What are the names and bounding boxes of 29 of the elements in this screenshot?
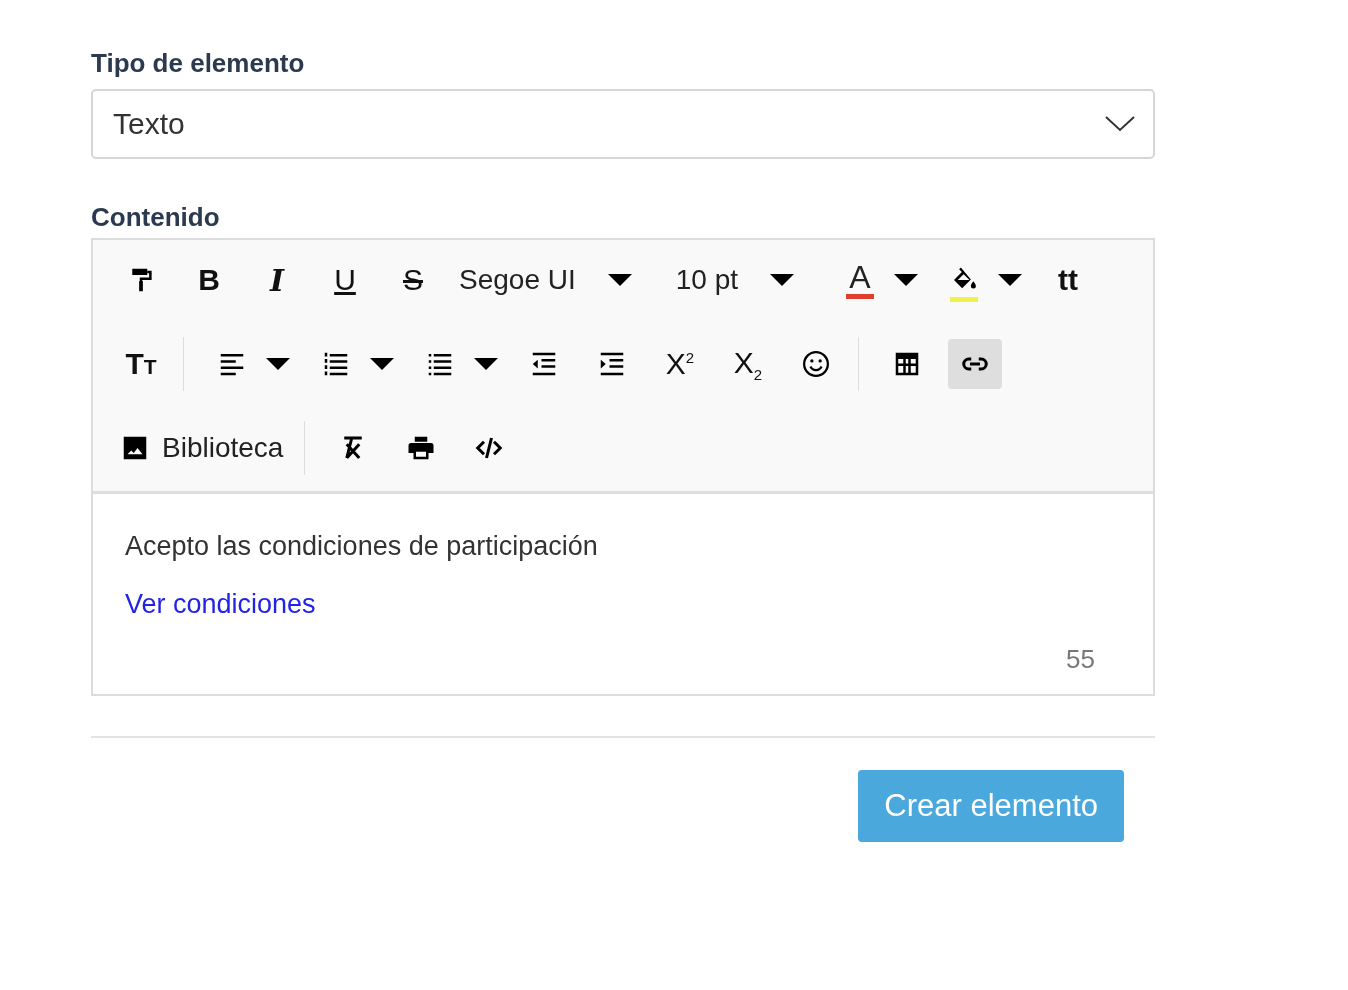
caret-icon [607,274,632,286]
toolbar-button[interactable]: Tt [114,339,168,389]
paragraph: Acepto las condiciones de participación [125,530,599,563]
toolbar-button[interactable]: Biblioteca [114,423,290,473]
caret-icon [370,358,394,370]
toolbar-select[interactable]: 10 pt [663,255,807,305]
toolbar-button[interactable]: B [182,255,236,305]
toolbar-button[interactable]: X$_{2}$ [721,339,775,389]
caret-icon [770,274,795,286]
smiley-icon [801,349,831,379]
chevron-down-icon [1105,116,1135,132]
toolbar-button[interactable]: U [318,255,372,305]
toolbar-button[interactable]: tt [1041,255,1096,305]
caret-icon [474,358,498,370]
field-label: Tipo de elemento [91,47,306,80]
caret-icon [266,358,290,370]
element-type-select[interactable]: Texto [91,89,1155,159]
toolbar-button[interactable] [948,339,1002,389]
toolbar-button[interactable]: A [833,255,888,305]
editor-content[interactable]: Acepto las condiciones de participación Ver condiciones 55 [93,494,1153,694]
toolbar-button[interactable]: S [386,255,440,305]
toolbar-button[interactable]: X$^{2}$ [653,339,707,389]
character-counter: 55 [1065,644,1095,675]
caret-icon [998,274,1023,286]
caret-icon [894,274,919,286]
toolbar-select[interactable]: Segoe UI [447,255,644,305]
toolbar-button[interactable]: I [250,255,304,305]
field-label: Contenido [91,201,221,234]
link[interactable]: Ver condiciones [125,589,316,619]
